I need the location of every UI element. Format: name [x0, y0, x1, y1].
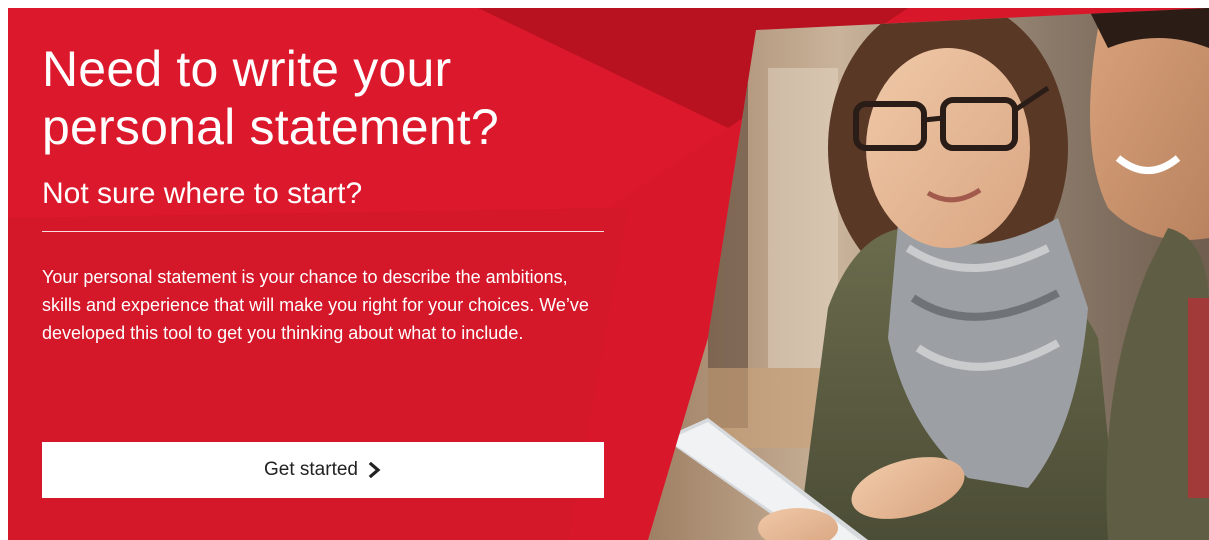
get-started-button[interactable]: Get started	[42, 442, 604, 498]
banner-content: Need to write your personal statement? N…	[42, 40, 607, 347]
personal-statement-banner: Need to write your personal statement? N…	[8, 8, 1209, 540]
banner-description: Your personal statement is your chance t…	[42, 267, 589, 343]
chevron-right-icon	[368, 461, 382, 479]
banner-subheading: Not sure where to start?	[42, 177, 363, 210]
banner-headline: Need to write your personal statement?	[42, 41, 499, 155]
divider	[42, 231, 604, 232]
get-started-label: Get started	[264, 459, 358, 480]
